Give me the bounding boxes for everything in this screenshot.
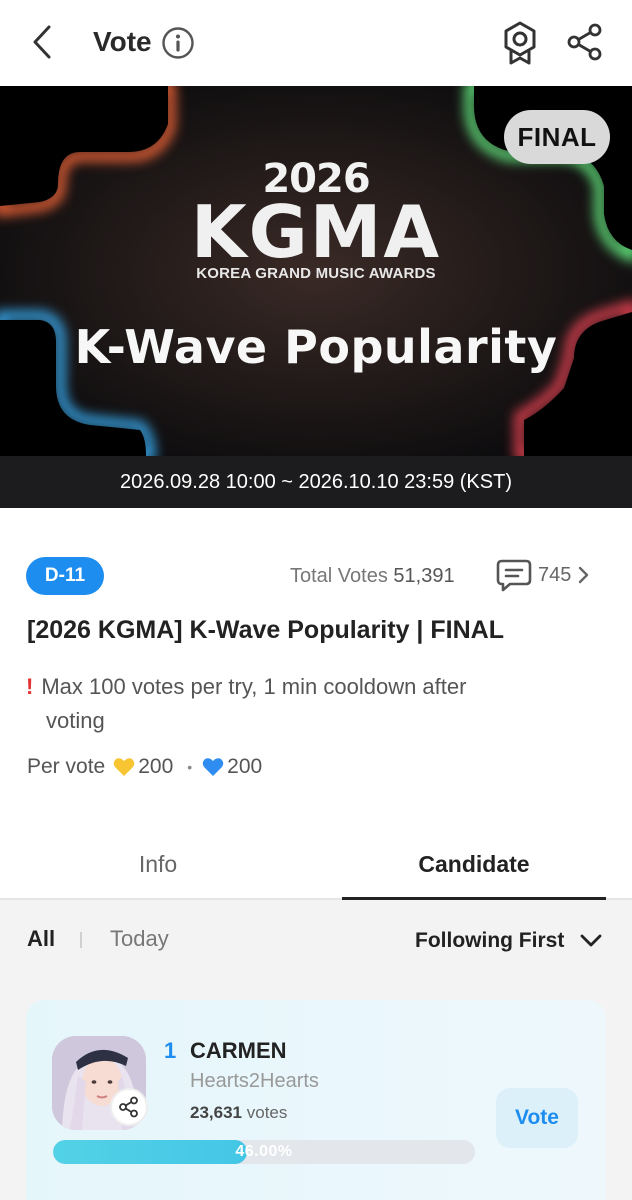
total-votes-label: Total Votes	[290, 565, 388, 587]
tab-candidate[interactable]: Candidate	[342, 828, 606, 900]
candidate-group: Hearts2Hearts	[190, 1070, 319, 1092]
blue-heart-icon	[202, 758, 224, 776]
exclamation-icon: !	[26, 674, 34, 699]
candidate-card[interactable]: 1 CARMEN Hearts2Hearts 23,631 votes Vote…	[26, 1000, 606, 1200]
sort-dropdown[interactable]: Following First	[415, 924, 602, 958]
vote-share-label: 46.00%	[235, 1143, 293, 1160]
candidate-rank: 1	[164, 1038, 177, 1063]
tab-bar: Info Candidate	[0, 828, 632, 900]
event-period: 2026.09.28 10:00 ~ 2026.10.10 23:59 (KST…	[0, 456, 632, 508]
banner-logo: KGMA	[190, 190, 442, 274]
badge-icon	[504, 21, 536, 65]
app-header: Vote	[0, 0, 632, 86]
comment-count: 745	[538, 563, 572, 586]
info-icon	[162, 27, 194, 59]
candidate-list: 1 CARMEN Hearts2Hearts 23,631 votes Vote…	[0, 980, 632, 1200]
share-button[interactable]	[565, 22, 605, 62]
notice-line-1: Max 100 votes per try, 1 min cooldown af…	[41, 674, 467, 699]
tab-info[interactable]: Info	[0, 828, 316, 900]
info-button[interactable]	[161, 26, 195, 60]
candidate-name: CARMEN	[190, 1038, 287, 1063]
per-vote-cost: Per vote 200 • 200	[27, 752, 262, 782]
filter-all[interactable]: All	[27, 926, 55, 952]
total-votes: Total Votes 51,391	[290, 562, 455, 590]
page-title: Vote	[93, 26, 152, 57]
candidate-share-button[interactable]	[110, 1088, 148, 1126]
filter-bar: All Today Following First	[0, 900, 632, 980]
per-vote-label: Per vote	[27, 755, 106, 778]
candidate-votes: 23,631 votes	[190, 1103, 287, 1123]
comment-icon	[496, 559, 532, 592]
badge-button[interactable]	[500, 20, 540, 66]
banner-headline: K-Wave Popularity	[74, 320, 558, 374]
comments-link[interactable]: 745	[496, 556, 589, 594]
notice-line-2: voting	[46, 708, 105, 733]
share-icon	[567, 23, 602, 61]
blue-cost: 200	[227, 755, 263, 778]
chevron-right-icon	[579, 566, 589, 584]
share-icon	[119, 1096, 138, 1118]
candidate-votes-unit: votes	[246, 1103, 288, 1122]
candidate-votes-number: 23,631	[190, 1103, 242, 1122]
gold-cost: 200	[138, 755, 174, 778]
sort-label: Following First	[415, 929, 565, 952]
chevron-down-icon	[580, 934, 602, 947]
chevron-left-icon	[33, 25, 51, 59]
vote-button[interactable]: Vote	[496, 1088, 578, 1148]
filter-today[interactable]: Today	[110, 926, 169, 952]
vote-share-bar: 46.00%	[53, 1140, 475, 1164]
separator-dot: •	[187, 759, 193, 775]
event-title: [2026 KGMA] K-Wave Popularity | FINAL	[27, 616, 504, 644]
total-votes-value: 51,391	[393, 565, 455, 587]
event-banner[interactable]: FINAL 2026 KGMA KOREA GRAND MUSIC AWARDS…	[0, 86, 632, 456]
dday-badge: D-11	[26, 557, 104, 595]
back-button[interactable]	[22, 20, 62, 64]
filter-divider	[80, 932, 82, 948]
gold-heart-icon	[113, 758, 135, 776]
vote-notice: ! Max 100 votes per try, 1 min cooldown a…	[26, 670, 566, 738]
banner-subtitle: KOREA GRAND MUSIC AWARDS	[196, 265, 436, 282]
